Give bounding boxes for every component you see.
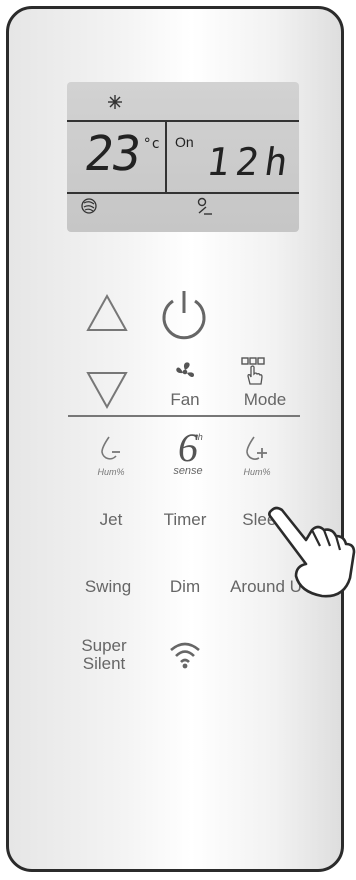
person-icon <box>197 197 212 215</box>
fan-button[interactable]: Fan <box>166 390 204 410</box>
up-arrow-icon[interactable] <box>85 293 129 333</box>
swing-button[interactable]: Swing <box>77 577 139 597</box>
lcd-divider-middle <box>165 120 167 194</box>
super-silent-line2: Silent <box>82 654 126 673</box>
jet-button[interactable]: Jet <box>88 510 134 530</box>
hum-plus-label: Hum% <box>243 467 271 477</box>
hum-minus-label: Hum% <box>97 467 125 477</box>
hand-pointer-icon <box>268 506 356 598</box>
fan-icon <box>176 362 194 378</box>
sense-icon[interactable]: 6 <box>168 424 208 470</box>
timer-button[interactable]: Timer <box>154 510 216 530</box>
power-icon[interactable] <box>158 287 210 341</box>
super-silent-button[interactable]: Super Silent <box>74 637 134 673</box>
timer-readout: 12h <box>203 140 297 184</box>
hum-minus-icon[interactable] <box>98 434 124 464</box>
lcd-divider-bottom <box>67 192 299 194</box>
sense-sup-label: th <box>195 432 203 442</box>
lcd-display: 23 °c On 12h <box>67 82 299 232</box>
snowflake-icon <box>108 95 122 109</box>
wifi-icon[interactable] <box>168 640 202 670</box>
hum-plus-icon[interactable] <box>243 434 271 464</box>
mode-button[interactable]: Mode <box>235 390 295 410</box>
fan-speed-icon <box>81 198 97 214</box>
mode-icon <box>241 357 265 385</box>
down-arrow-icon[interactable] <box>85 370 129 410</box>
lcd-divider-top <box>67 120 299 122</box>
dim-button[interactable]: Dim <box>164 577 206 597</box>
sense-label: sense <box>173 465 203 477</box>
temperature-readout: 23 <box>81 126 143 182</box>
divider-line <box>68 415 300 417</box>
temperature-unit: °c <box>143 136 160 152</box>
super-silent-line1: Super <box>81 636 127 655</box>
on-label: On <box>175 134 194 150</box>
